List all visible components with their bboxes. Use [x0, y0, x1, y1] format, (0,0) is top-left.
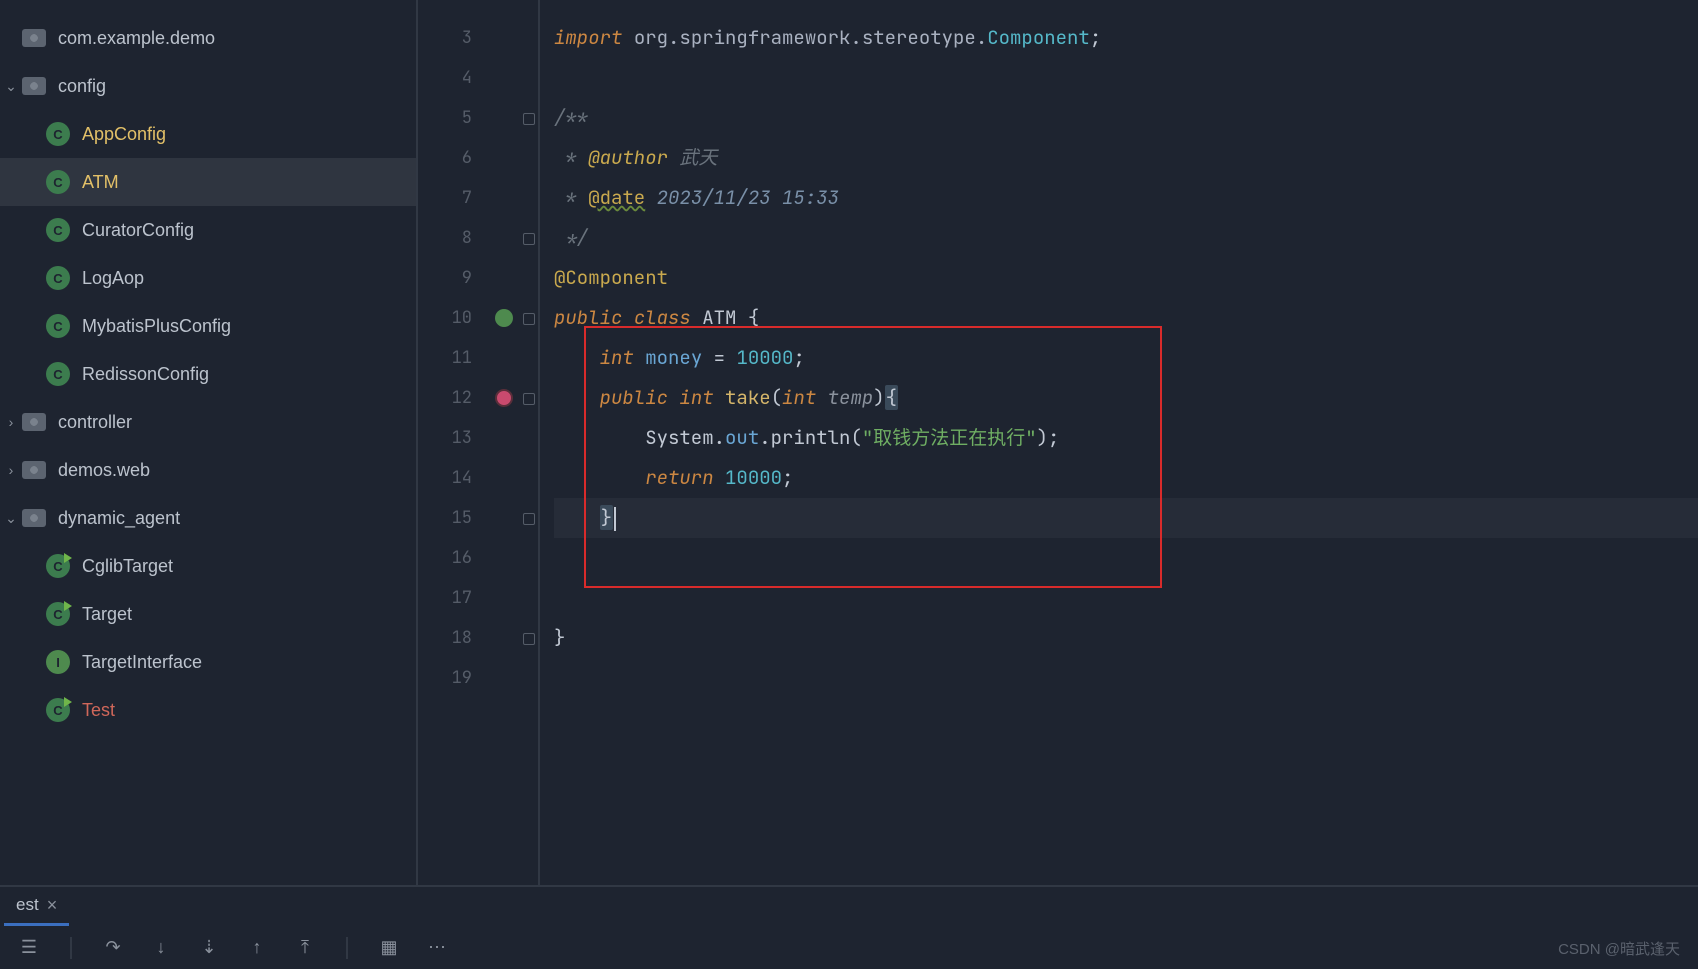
class-run-icon: C [46, 698, 70, 722]
tree-file[interactable]: C MybatisPlusConfig [0, 302, 416, 350]
bottom-tab[interactable]: est × [4, 887, 69, 926]
tree-file[interactable]: I TargetInterface [0, 638, 416, 686]
breakpoint-icon[interactable] [495, 389, 513, 407]
class-icon: C [46, 362, 70, 386]
interface-icon: I [46, 650, 70, 674]
class-icon: C [46, 170, 70, 194]
gutter-icons [484, 0, 524, 885]
tree-label: MybatisPlusConfig [82, 316, 416, 337]
force-step-into-icon[interactable]: ⇣ [198, 937, 220, 959]
class-icon: C [46, 266, 70, 290]
fold-gutter [520, 0, 540, 885]
package-icon [22, 461, 46, 479]
tree-file[interactable]: C Test [0, 686, 416, 734]
pane-divider[interactable] [416, 0, 418, 885]
class-icon: C [46, 122, 70, 146]
tree-package-root[interactable]: ▸ com.example.demo [0, 14, 416, 62]
tree-label: demos.web [58, 460, 416, 481]
tree-label: CuratorConfig [82, 220, 416, 241]
show-frames-icon[interactable]: ☰ [18, 937, 40, 959]
tree-folder-config[interactable]: ⌄ config [0, 62, 416, 110]
package-icon [22, 29, 46, 47]
debug-toolbar: ☰ ↷ ↓ ⇣ ↑ ⤒ ▦ ⋯ [0, 926, 1698, 969]
tree-label: ATM [82, 172, 416, 193]
class-icon: C [46, 218, 70, 242]
class-icon: C [46, 314, 70, 338]
tree-label: TargetInterface [82, 652, 416, 673]
tab-label: est [16, 895, 39, 915]
more-icon[interactable]: ⋯ [426, 937, 448, 959]
package-icon [22, 77, 46, 95]
run-to-cursor-icon[interactable]: ⤒ [294, 937, 316, 959]
fold-icon[interactable] [520, 618, 538, 658]
tree-label: com.example.demo [58, 28, 416, 49]
package-icon [22, 509, 46, 527]
watermark: CSDN @暗武逢天 [1558, 938, 1680, 959]
close-icon[interactable]: × [47, 895, 58, 916]
text-caret [614, 507, 616, 531]
tree-file-selected[interactable]: C ATM [0, 158, 416, 206]
tree-file[interactable]: C AppConfig [0, 110, 416, 158]
bottom-panel: est × ☰ ↷ ↓ ⇣ ↑ ⤒ ▦ ⋯ CSDN @暗武逢天 [0, 885, 1698, 969]
chevron-right-icon: › [0, 414, 22, 430]
chevron-down-icon: ⌄ [0, 78, 22, 95]
step-out-icon[interactable]: ↑ [246, 937, 268, 959]
tree-label: Test [82, 700, 416, 721]
tree-file[interactable]: C CuratorConfig [0, 206, 416, 254]
fold-icon[interactable] [520, 498, 538, 538]
tree-file[interactable]: C LogAop [0, 254, 416, 302]
tree-label: dynamic_agent [58, 508, 416, 529]
tree-label: config [58, 76, 416, 97]
tree-file[interactable]: C Target [0, 590, 416, 638]
tree-folder-dynamic-agent[interactable]: ⌄ dynamic_agent [0, 494, 416, 542]
tree-file[interactable]: C RedissonConfig [0, 350, 416, 398]
tree-folder-demos-web[interactable]: › demos.web [0, 446, 416, 494]
tree-label: RedissonConfig [82, 364, 416, 385]
tree-label: AppConfig [82, 124, 416, 145]
bean-icon[interactable] [495, 309, 513, 327]
step-over-icon[interactable]: ↷ [102, 937, 124, 959]
code-editor[interactable]: 345 678 91011 121314 151617 1819 [416, 0, 1698, 885]
tree-folder-controller[interactable]: › controller [0, 398, 416, 446]
evaluate-icon[interactable]: ▦ [378, 937, 400, 959]
tree-label: LogAop [82, 268, 416, 289]
class-run-icon: C [46, 602, 70, 626]
line-number-gutter: 345 678 91011 121314 151617 1819 [416, 0, 484, 885]
fold-icon[interactable] [520, 378, 538, 418]
fold-icon[interactable] [520, 98, 538, 138]
chevron-down-icon: ⌄ [0, 510, 22, 527]
fold-icon[interactable] [520, 218, 538, 258]
class-run-icon: C [46, 554, 70, 578]
project-tree: ▸ com.example.demo ⌄ config C AppConfig … [0, 0, 416, 885]
chevron-right-icon: › [0, 462, 22, 478]
bottom-tabs: est × [0, 887, 1698, 926]
tree-label: controller [58, 412, 416, 433]
tree-file[interactable]: C CglibTarget [0, 542, 416, 590]
code-area[interactable]: import org.springframework.stereotype.Co… [540, 0, 1698, 885]
tree-label: CglibTarget [82, 556, 416, 577]
fold-icon[interactable] [520, 298, 538, 338]
tree: ▸ com.example.demo ⌄ config C AppConfig … [0, 0, 416, 734]
tree-label: Target [82, 604, 416, 625]
package-icon [22, 413, 46, 431]
step-into-icon[interactable]: ↓ [150, 937, 172, 959]
